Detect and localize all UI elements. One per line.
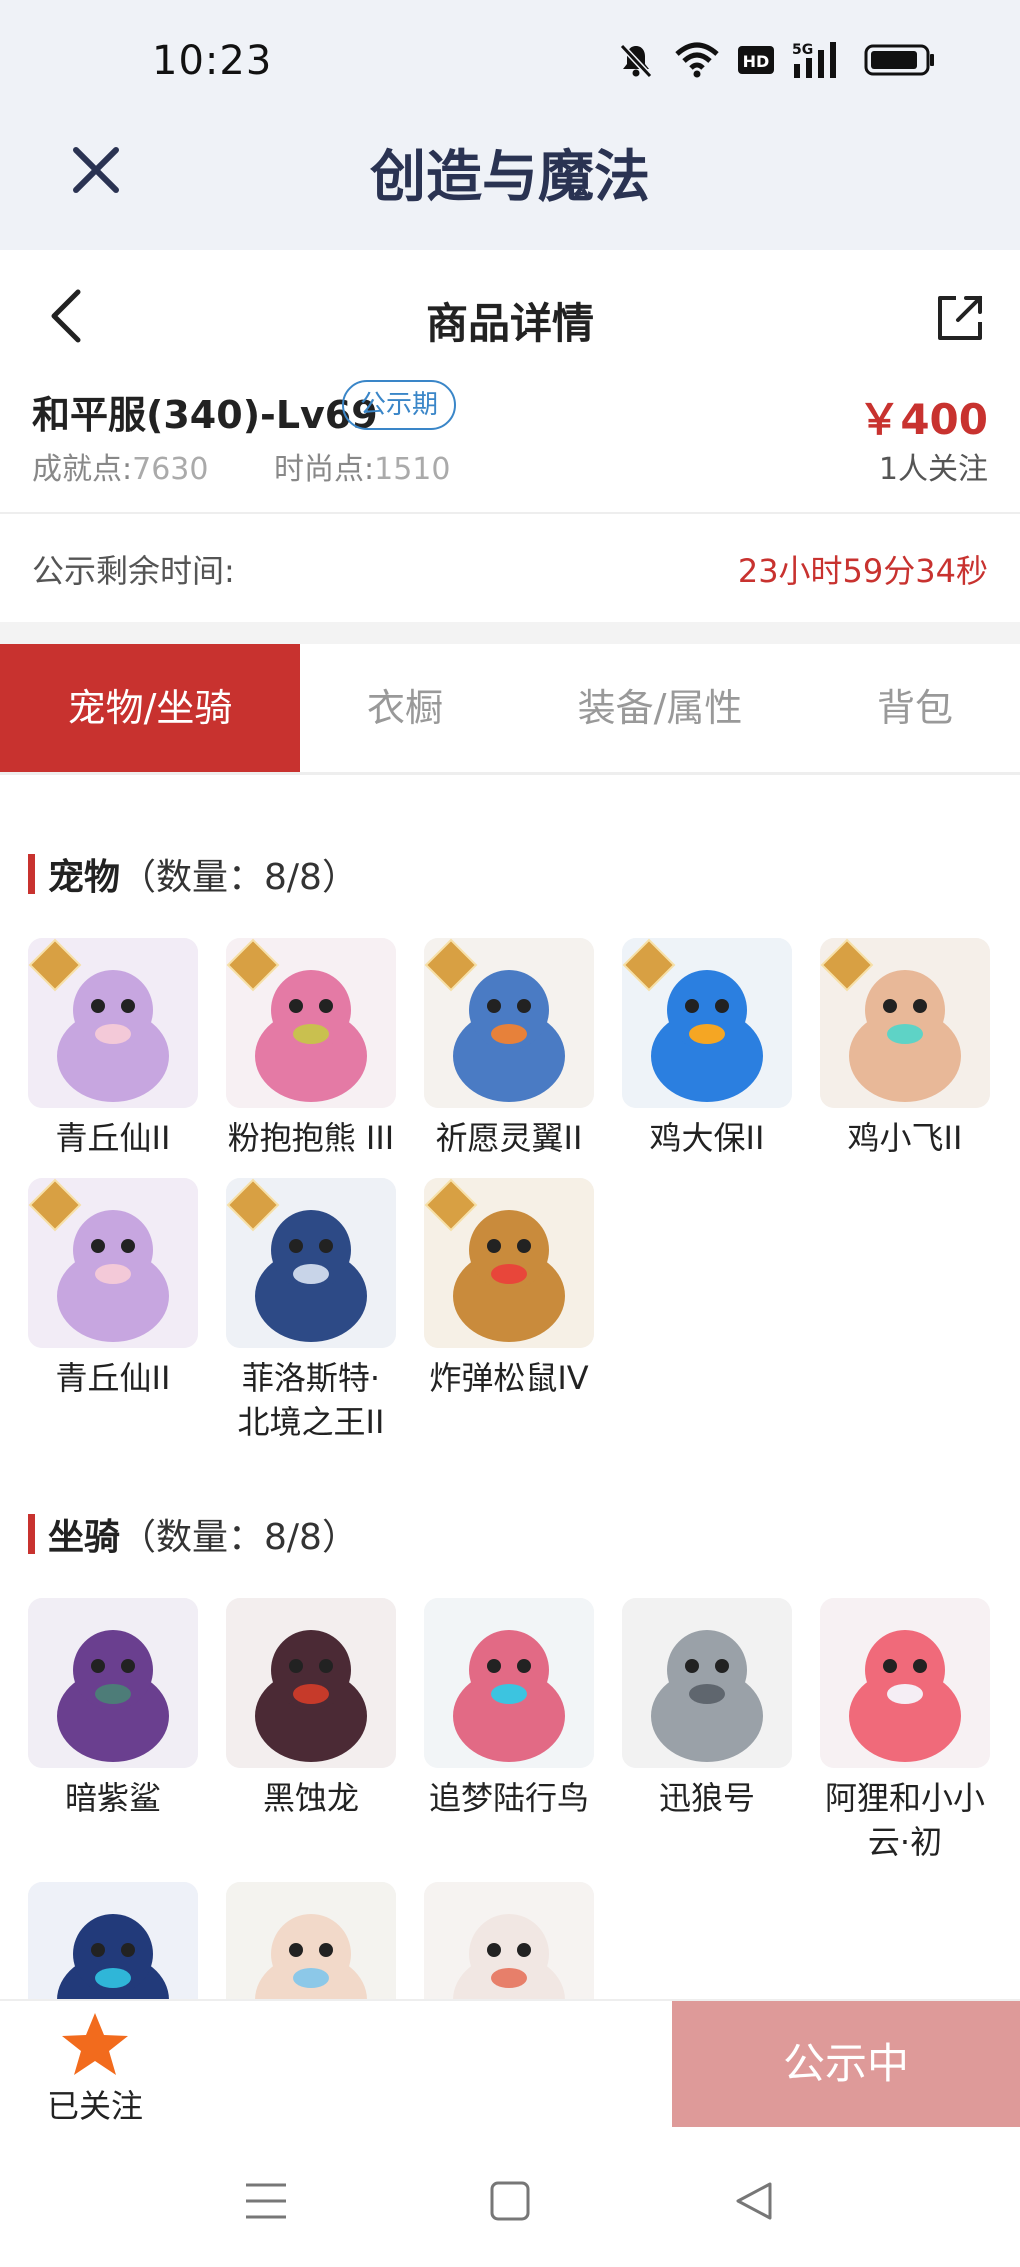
product-price: ￥400 bbox=[858, 395, 988, 444]
pet-thumbnail bbox=[820, 938, 990, 1108]
pet-name: 鸡大保II bbox=[649, 1119, 765, 1157]
mount-item[interactable]: 迅狼号 bbox=[622, 1598, 792, 1820]
signal-5g-icon: 5G bbox=[792, 42, 836, 78]
pet-thumbnail bbox=[622, 938, 792, 1108]
publicity-status-button[interactable]: 公示中 bbox=[672, 2001, 1020, 2127]
status-bar: 10:23 HD 5G bbox=[0, 0, 1020, 120]
mount-thumbnail bbox=[424, 1598, 594, 1768]
pet-name: 鸡小飞II bbox=[847, 1119, 963, 1157]
rank-badge-icon bbox=[820, 938, 874, 992]
pet-item[interactable]: 鸡大保II bbox=[622, 938, 792, 1160]
mount-thumbnail bbox=[820, 1598, 990, 1768]
status-icons: HD 5G bbox=[616, 40, 936, 80]
page-title: 商品详情 bbox=[425, 299, 594, 348]
pet-name: 菲洛斯特·北境之王II bbox=[237, 1359, 385, 1441]
system-navigation bbox=[0, 2127, 1020, 2267]
follower-count: 1人关注 bbox=[878, 452, 988, 487]
home-icon[interactable] bbox=[490, 2181, 530, 2221]
follow-label: 已关注 bbox=[46, 2087, 143, 2125]
pet-thumbnail bbox=[28, 1178, 198, 1348]
pet-name: 粉抱抱熊 III bbox=[227, 1119, 395, 1157]
pet-name: 祈愿灵翼II bbox=[435, 1119, 583, 1157]
pet-item[interactable]: 青丘仙II bbox=[28, 938, 198, 1160]
rank-badge-icon bbox=[226, 1178, 280, 1232]
mount-name: 阿狸和小小云·初 bbox=[824, 1779, 985, 1861]
mount-thumbnail bbox=[226, 1598, 396, 1768]
page-navbar: 商品详情 bbox=[0, 250, 1020, 380]
fashion-points: 时尚点:1510 bbox=[274, 452, 451, 487]
mount-name: 黑蚀龙 bbox=[262, 1779, 359, 1817]
detail-tabs: 宠物/坐骑 衣橱 装备/属性 背包 bbox=[0, 644, 1020, 775]
app-header: 创造与魔法 bbox=[0, 120, 1020, 250]
pet-name: 青丘仙II bbox=[55, 1119, 171, 1157]
pet-thumbnail bbox=[226, 1178, 396, 1348]
tab-pets-mounts[interactable]: 宠物/坐骑 bbox=[0, 644, 300, 772]
pet-item[interactable]: 粉抱抱熊 III bbox=[226, 938, 396, 1160]
mount-item[interactable]: 阿狸和小小云·初 bbox=[820, 1598, 990, 1864]
mount-thumbnail bbox=[28, 1598, 198, 1768]
status-badge: 公示期 bbox=[342, 380, 457, 430]
pet-item[interactable]: 祈愿灵翼II bbox=[424, 938, 594, 1160]
rank-badge-icon bbox=[622, 938, 676, 992]
menu-icon[interactable] bbox=[244, 2181, 288, 2221]
svg-text:5G: 5G bbox=[792, 42, 813, 58]
section-gap bbox=[0, 622, 1020, 644]
pet-item[interactable]: 鸡小飞II bbox=[820, 938, 990, 1160]
mount-item[interactable]: 追梦陆行鸟 bbox=[424, 1598, 594, 1820]
app-title: 创造与魔法 bbox=[370, 145, 650, 210]
rank-badge-icon bbox=[28, 1178, 82, 1232]
mount-item[interactable]: 黑蚀龙 bbox=[226, 1598, 396, 1820]
svg-text:HD: HD bbox=[743, 52, 770, 71]
pet-thumbnail bbox=[424, 1178, 594, 1348]
countdown-label: 公示剩余时间: bbox=[32, 552, 235, 590]
mount-name: 迅狼号 bbox=[658, 1779, 755, 1817]
status-time: 10:23 bbox=[152, 38, 273, 84]
pet-thumbnail bbox=[424, 938, 594, 1108]
pet-item[interactable]: 炸弹松鼠IV bbox=[424, 1178, 594, 1400]
mount-item[interactable]: 暗紫鲨 bbox=[28, 1598, 198, 1820]
battery-icon bbox=[864, 44, 934, 76]
tab-bag[interactable]: 背包 bbox=[820, 644, 1010, 772]
star-icon bbox=[62, 2013, 128, 2075]
pet-item[interactable]: 菲洛斯特·北境之王II bbox=[226, 1178, 396, 1444]
share-icon[interactable] bbox=[934, 292, 986, 344]
mount-thumbnail bbox=[622, 1598, 792, 1768]
tab-equipment[interactable]: 装备/属性 bbox=[520, 644, 800, 772]
bottom-action-bar: 已关注 公示中 bbox=[0, 1999, 1020, 2129]
hd-icon: HD bbox=[738, 46, 774, 74]
tab-wardrobe[interactable]: 衣橱 bbox=[300, 644, 510, 772]
back-nav-icon[interactable] bbox=[734, 2181, 774, 2221]
pet-thumbnail bbox=[28, 938, 198, 1108]
follow-button[interactable]: 已关注 bbox=[40, 2007, 150, 2127]
product-name: 和平服(340)-Lv69 bbox=[32, 393, 378, 437]
pet-item[interactable]: 青丘仙II bbox=[28, 1178, 198, 1400]
mute-icon bbox=[619, 43, 653, 79]
mount-name: 暗紫鲨 bbox=[64, 1779, 161, 1817]
pet-name: 炸弹松鼠IV bbox=[429, 1359, 589, 1397]
achievement-points: 成就点:7630 bbox=[32, 452, 209, 487]
pets-section-title: 宠物（数量：8/8） bbox=[28, 848, 358, 900]
rank-badge-icon bbox=[226, 938, 280, 992]
rank-badge-icon bbox=[424, 1178, 478, 1232]
wifi-icon bbox=[675, 42, 719, 78]
countdown-value: 23小时59分34秒 bbox=[737, 552, 988, 590]
rank-badge-icon bbox=[424, 938, 478, 992]
product-summary: 和平服(340)-Lv69 公示期 ￥400 成就点:7630 时尚点:1510… bbox=[0, 374, 1020, 512]
pet-thumbnail bbox=[226, 938, 396, 1108]
publicity-countdown: 公示剩余时间: 23小时59分34秒 bbox=[0, 514, 1020, 622]
mount-name: 追梦陆行鸟 bbox=[428, 1779, 589, 1817]
mounts-section-title: 坐骑（数量：8/8） bbox=[28, 1508, 358, 1560]
pet-name: 青丘仙II bbox=[55, 1359, 171, 1397]
product-stats: 成就点:7630 时尚点:1510 bbox=[32, 444, 506, 488]
rank-badge-icon bbox=[28, 938, 82, 992]
